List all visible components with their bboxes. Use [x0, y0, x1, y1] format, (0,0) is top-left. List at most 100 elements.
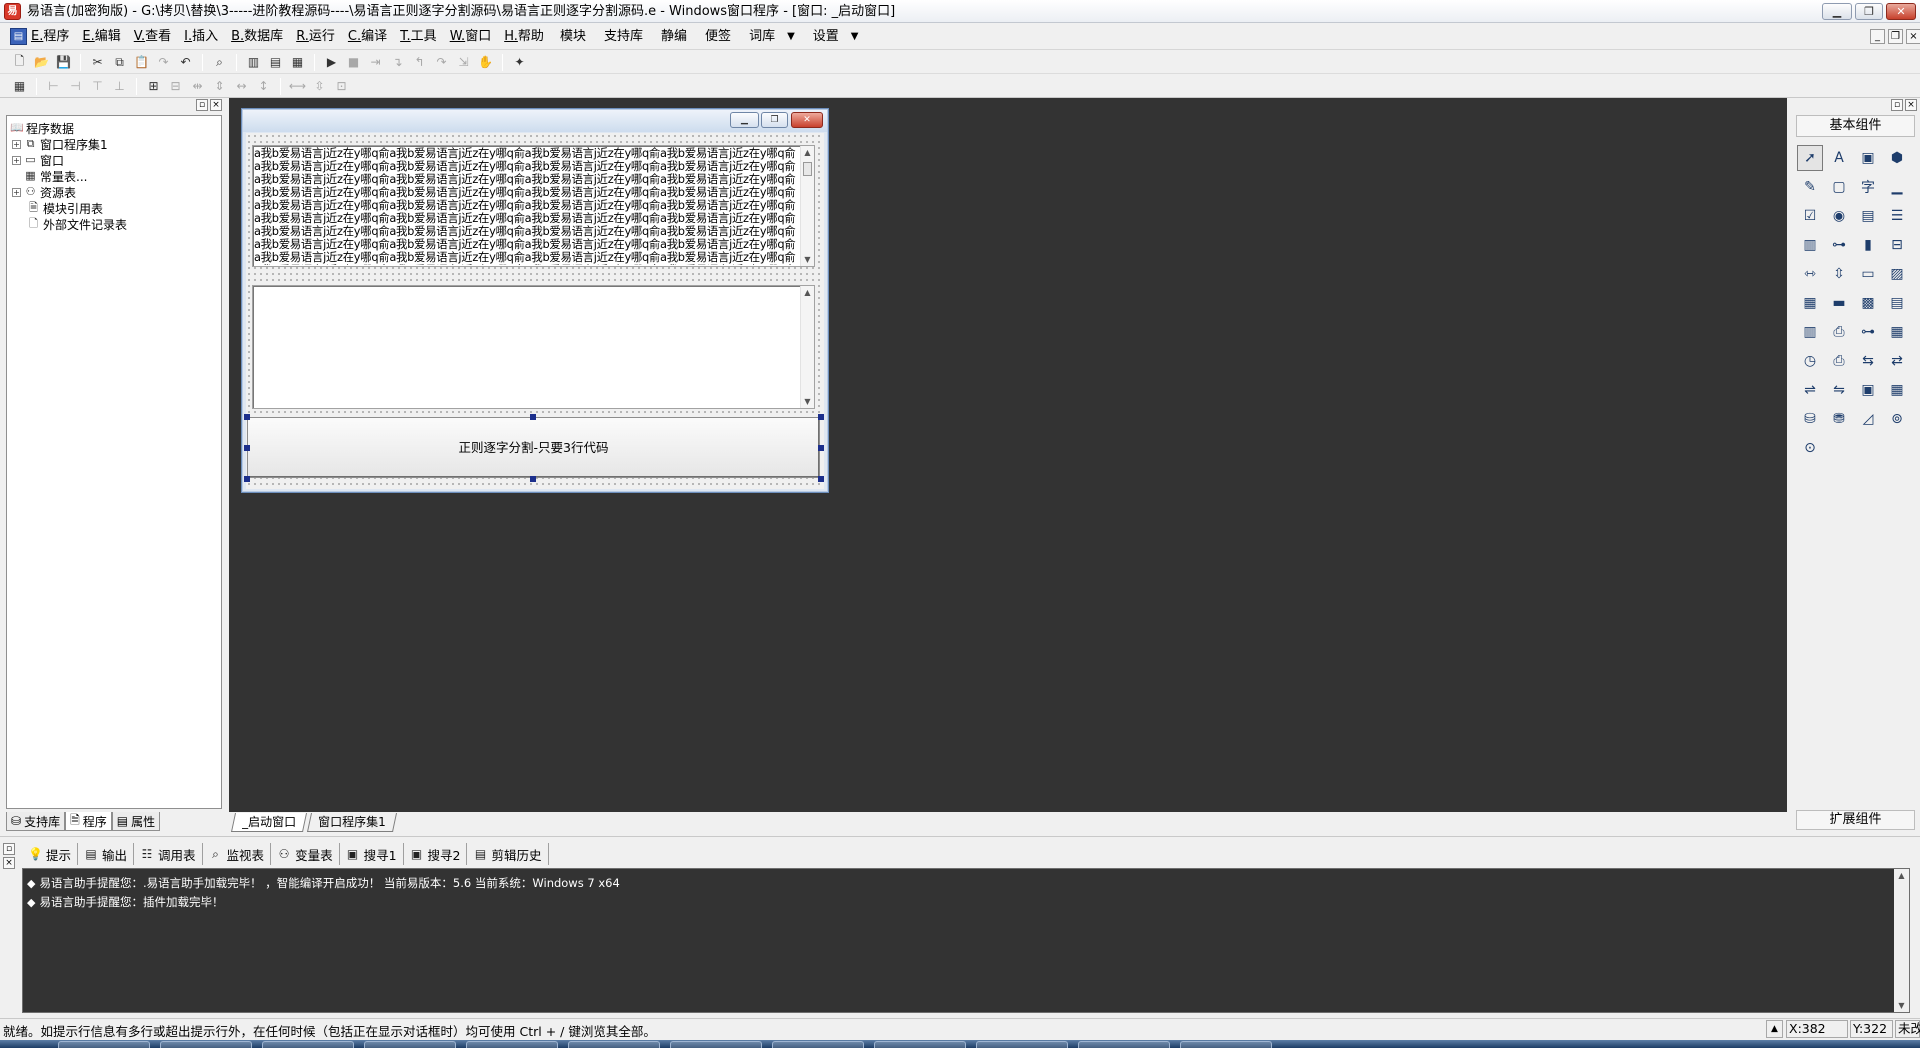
maximize-button[interactable]: ❐: [1855, 3, 1883, 20]
tab-output[interactable]: ▤ 输出: [78, 843, 135, 865]
scroll-up-icon[interactable]: ▲: [801, 286, 814, 299]
group-box-icon[interactable]: ▢: [1826, 174, 1852, 200]
copy-icon[interactable]: ⧉: [110, 53, 129, 72]
restore-panel-icon[interactable]: ▫: [196, 99, 208, 111]
close-button[interactable]: ✕: [1886, 3, 1916, 20]
align-top-icon[interactable]: ⊤: [88, 77, 107, 96]
resize-handle[interactable]: [530, 476, 536, 482]
center-v-icon[interactable]: ⊟: [166, 77, 185, 96]
list-box-icon[interactable]: ☰: [1884, 203, 1910, 229]
menu-item-9[interactable]: H.帮助: [504, 24, 544, 50]
resize-handle[interactable]: [244, 445, 250, 451]
dropdown-arrow-icon[interactable]: ▼: [787, 24, 795, 50]
taskbar-button[interactable]: [364, 1041, 456, 1048]
taskbar-button[interactable]: [58, 1041, 150, 1048]
run-icon[interactable]: ▶: [322, 53, 341, 72]
tab-callstack[interactable]: ☷ 调用表: [134, 843, 203, 865]
tab-variables[interactable]: ⚇ 变量表: [271, 843, 340, 865]
tab-window-module[interactable]: 窗口程序集1: [306, 813, 397, 832]
taskbar-button[interactable]: [772, 1041, 864, 1048]
datetime-icon[interactable]: ▥: [1797, 319, 1823, 345]
resize-handle[interactable]: [818, 476, 824, 482]
open-file-icon[interactable]: 📂: [32, 53, 51, 72]
grid-frame-icon[interactable]: ▦: [1884, 377, 1910, 403]
step-into-icon[interactable]: ↴: [388, 53, 407, 72]
tab-watch[interactable]: ⌕ 监视表: [203, 843, 272, 865]
line-icon[interactable]: ▁: [1884, 174, 1910, 200]
layout-split-icon[interactable]: ▦: [288, 53, 307, 72]
chart-icon[interactable]: ◿: [1855, 406, 1881, 432]
align-left-icon[interactable]: ⊢: [44, 77, 63, 96]
window-frame-icon[interactable]: ▣: [1855, 377, 1881, 403]
port-icon[interactable]: ⇋: [1826, 377, 1852, 403]
restore-panel-icon[interactable]: ▫: [3, 843, 15, 855]
menu-item-2[interactable]: V.查看: [134, 24, 171, 50]
scroll-thumb[interactable]: [803, 162, 812, 176]
taskbar-button[interactable]: [466, 1041, 558, 1048]
folder-icon[interactable]: ▩: [1855, 290, 1881, 316]
shape-icon[interactable]: ⬢: [1884, 145, 1910, 171]
radio-icon[interactable]: ◉: [1826, 203, 1852, 229]
taskbar-button[interactable]: [670, 1041, 762, 1048]
restore-panel-icon[interactable]: ▫: [1891, 99, 1903, 111]
edit-box-1-scrollbar[interactable]: ▲ ▼: [800, 146, 814, 266]
menu-item-6[interactable]: C.编译: [348, 24, 387, 50]
toolbar-icon[interactable]: ▭: [1855, 261, 1881, 287]
combo-box-icon[interactable]: ▤: [1855, 203, 1881, 229]
layout-left-icon[interactable]: ▥: [244, 53, 263, 72]
vscroll-icon[interactable]: ⇳: [1826, 261, 1852, 287]
edit-box-1[interactable]: a我b爱易语言j近z在y哪q俞a我b爱易语言j近z在y哪q俞a我b爱易语言j近z…: [252, 145, 815, 267]
printer2-icon[interactable]: ⎙: [1826, 348, 1852, 374]
edit-box-2-scrollbar[interactable]: ▲ ▼: [800, 286, 814, 408]
resize-handle[interactable]: [818, 414, 824, 420]
checkbox-icon[interactable]: ☑: [1797, 203, 1823, 229]
cut-icon[interactable]: ✂: [88, 53, 107, 72]
redo-icon[interactable]: ↷: [154, 53, 173, 72]
extended-components-header[interactable]: 扩展组件: [1796, 810, 1915, 830]
scroll-up-icon[interactable]: ▲: [801, 146, 814, 159]
mdi-minimize-button[interactable]: _: [1870, 29, 1885, 44]
server-icon[interactable]: ⇄: [1884, 348, 1910, 374]
resize-handle[interactable]: [530, 414, 536, 420]
expand-icon[interactable]: +: [12, 139, 21, 149]
tab-start-window[interactable]: _启动窗口: [230, 813, 308, 832]
slider-icon[interactable]: ⊶: [1826, 232, 1852, 258]
tree-item[interactable]: 📖 程序数据: [10, 120, 74, 136]
helper-icon[interactable]: ✦: [510, 53, 529, 72]
minimize-button[interactable]: ▁: [1822, 3, 1852, 20]
tab-hint[interactable]: 💡 提示: [22, 843, 79, 865]
tree-item[interactable]: + ⚇ 资源表: [12, 184, 76, 200]
find-icon[interactable]: ⌕: [210, 53, 229, 72]
taskbar-button[interactable]: [568, 1041, 660, 1048]
new-file-icon[interactable]: 🗋: [10, 53, 29, 72]
ext-menu-item-5[interactable]: 设置: [813, 24, 839, 50]
odbc2-icon[interactable]: ⊙: [1797, 435, 1823, 461]
tree-item[interactable]: + ⧉ 窗口程序集1: [12, 136, 108, 152]
mdi-close-button[interactable]: ×: [1906, 29, 1920, 44]
document-icon[interactable]: ▤: [1884, 290, 1910, 316]
expand-icon[interactable]: +: [12, 187, 21, 197]
status-arrow-icon[interactable]: ▲: [1766, 1020, 1783, 1038]
document-menu-icon[interactable]: ▤: [10, 28, 27, 45]
expand-icon[interactable]: +: [12, 155, 21, 165]
image-list-icon[interactable]: ▨: [1884, 261, 1910, 287]
menu-item-5[interactable]: R.运行: [296, 24, 335, 50]
step-icon[interactable]: ⇥: [366, 53, 385, 72]
tab-property[interactable]: ▤ 属性: [111, 812, 161, 831]
taskbar-button[interactable]: [262, 1041, 354, 1048]
odbc-icon[interactable]: ⊚: [1884, 406, 1910, 432]
undo-icon[interactable]: ↶: [176, 53, 195, 72]
tree-item[interactable]: 🗎 模块引用表: [27, 200, 103, 216]
layout-top-icon[interactable]: ▤: [266, 53, 285, 72]
tab-library[interactable]: ⛁ 支持库: [6, 812, 66, 831]
scroll-down-icon[interactable]: ▼: [801, 395, 814, 408]
ext-menu-item-1[interactable]: 支持库: [604, 24, 643, 50]
grid-icon[interactable]: ▦: [10, 77, 29, 96]
form-title-bar[interactable]: ▁ ❐ ✕: [243, 110, 827, 132]
menu-item-3[interactable]: I.插入: [184, 24, 218, 50]
scroll-down-icon[interactable]: ▼: [801, 253, 814, 266]
client-icon[interactable]: ⇆: [1855, 348, 1881, 374]
output-console[interactable]: ◆ 易语言助手提醒您：.易语言助手加载完毕！ ，智能编译开启成功！ 当前易版本：5…: [22, 868, 1910, 1013]
basic-components-header[interactable]: 基本组件: [1796, 115, 1915, 137]
breakpoint-icon[interactable]: ✋: [476, 53, 495, 72]
